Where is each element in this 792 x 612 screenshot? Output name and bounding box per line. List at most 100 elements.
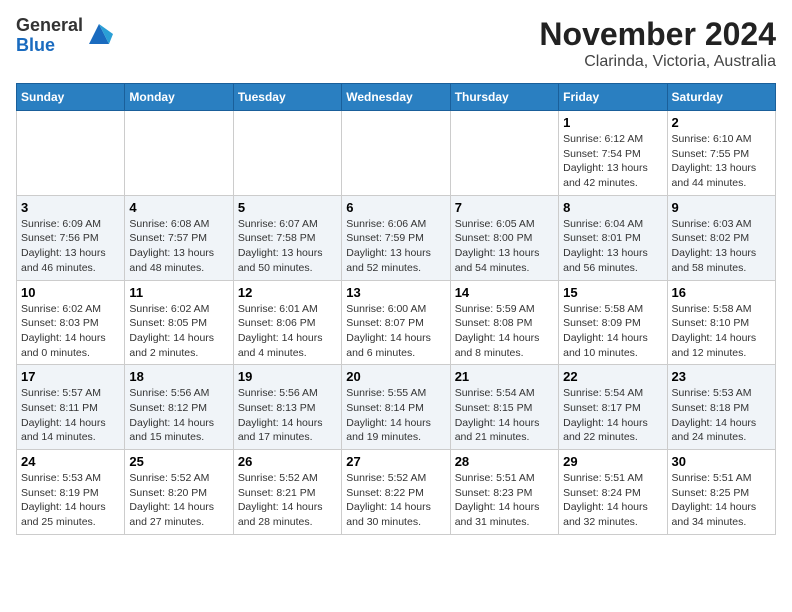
day-number: 2 [672,115,771,130]
calendar-week-row: 17 Sunrise: 5:57 AM Sunset: 8:11 PM Dayli… [17,365,776,450]
calendar-cell: 16 Sunrise: 5:58 AM Sunset: 8:10 PM Dayli… [667,280,775,365]
day-of-week-header: Monday [125,84,233,111]
day-number: 12 [238,285,337,300]
day-info: Sunrise: 6:07 AM Sunset: 7:58 PM Dayligh… [238,217,337,276]
day-number: 19 [238,369,337,384]
day-info: Sunrise: 5:59 AM Sunset: 8:08 PM Dayligh… [455,302,554,361]
calendar-cell: 19 Sunrise: 5:56 AM Sunset: 8:13 PM Dayli… [233,365,341,450]
calendar-cell: 3 Sunrise: 6:09 AM Sunset: 7:56 PM Daylig… [17,195,125,280]
day-info: Sunrise: 5:56 AM Sunset: 8:12 PM Dayligh… [129,386,228,445]
day-number: 7 [455,200,554,215]
day-number: 29 [563,454,662,469]
day-number: 21 [455,369,554,384]
day-info: Sunrise: 5:58 AM Sunset: 8:09 PM Dayligh… [563,302,662,361]
day-number: 6 [346,200,445,215]
day-info: Sunrise: 5:56 AM Sunset: 8:13 PM Dayligh… [238,386,337,445]
day-info: Sunrise: 5:51 AM Sunset: 8:23 PM Dayligh… [455,471,554,530]
day-number: 16 [672,285,771,300]
calendar-cell [125,111,233,196]
calendar-cell [233,111,341,196]
day-info: Sunrise: 6:04 AM Sunset: 8:01 PM Dayligh… [563,217,662,276]
day-info: Sunrise: 5:53 AM Sunset: 8:18 PM Dayligh… [672,386,771,445]
day-number: 27 [346,454,445,469]
day-info: Sunrise: 6:10 AM Sunset: 7:55 PM Dayligh… [672,132,771,191]
day-number: 18 [129,369,228,384]
calendar-cell [17,111,125,196]
day-number: 15 [563,285,662,300]
day-info: Sunrise: 5:58 AM Sunset: 8:10 PM Dayligh… [672,302,771,361]
day-number: 5 [238,200,337,215]
day-info: Sunrise: 6:06 AM Sunset: 7:59 PM Dayligh… [346,217,445,276]
calendar-cell: 6 Sunrise: 6:06 AM Sunset: 7:59 PM Daylig… [342,195,450,280]
calendar-cell: 28 Sunrise: 5:51 AM Sunset: 8:23 PM Dayli… [450,450,558,535]
calendar-cell: 12 Sunrise: 6:01 AM Sunset: 8:06 PM Dayli… [233,280,341,365]
day-number: 23 [672,369,771,384]
day-info: Sunrise: 6:05 AM Sunset: 8:00 PM Dayligh… [455,217,554,276]
calendar-cell: 22Sunrise: 5:54 AM Sunset: 8:17 PM Dayli… [559,365,667,450]
calendar-cell: 10 Sunrise: 6:02 AM Sunset: 8:03 PM Dayli… [17,280,125,365]
day-number: 8 [563,200,662,215]
calendar-cell: 1 Sunrise: 6:12 AM Sunset: 7:54 PM Daylig… [559,111,667,196]
day-info: Sunrise: 6:02 AM Sunset: 8:05 PM Dayligh… [129,302,228,361]
calendar-cell: 17 Sunrise: 5:57 AM Sunset: 8:11 PM Dayli… [17,365,125,450]
day-number: 13 [346,285,445,300]
day-number: 22 [563,369,662,384]
day-number: 20 [346,369,445,384]
calendar-cell: 21 Sunrise: 5:54 AM Sunset: 8:15 PM Dayli… [450,365,558,450]
day-of-week-header: Tuesday [233,84,341,111]
calendar-cell: 24 Sunrise: 5:53 AM Sunset: 8:19 PM Dayli… [17,450,125,535]
calendar-cell: 9Sunrise: 6:03 AM Sunset: 8:02 PM Daylig… [667,195,775,280]
day-info: Sunrise: 6:01 AM Sunset: 8:06 PM Dayligh… [238,302,337,361]
day-number: 14 [455,285,554,300]
day-info: Sunrise: 5:54 AM Sunset: 8:15 PM Dayligh… [455,386,554,445]
calendar-week-row: 10 Sunrise: 6:02 AM Sunset: 8:03 PM Dayli… [17,280,776,365]
title-area: November 2024 Clarinda, Victoria, Austra… [539,16,776,71]
calendar-week-row: 3 Sunrise: 6:09 AM Sunset: 7:56 PM Daylig… [17,195,776,280]
day-info: Sunrise: 5:53 AM Sunset: 8:19 PM Dayligh… [21,471,120,530]
day-info: Sunrise: 5:52 AM Sunset: 8:20 PM Dayligh… [129,471,228,530]
day-info: Sunrise: 6:02 AM Sunset: 8:03 PM Dayligh… [21,302,120,361]
calendar-table: SundayMondayTuesdayWednesdayThursdayFrid… [16,83,776,535]
day-number: 28 [455,454,554,469]
day-of-week-header: Friday [559,84,667,111]
calendar-cell: 4Sunrise: 6:08 AM Sunset: 7:57 PM Daylig… [125,195,233,280]
day-number: 10 [21,285,120,300]
calendar-cell: 15 Sunrise: 5:58 AM Sunset: 8:09 PM Dayli… [559,280,667,365]
day-of-week-header: Sunday [17,84,125,111]
header: General Blue November 2024 Clarinda, Vic… [16,16,776,71]
day-info: Sunrise: 5:52 AM Sunset: 8:21 PM Dayligh… [238,471,337,530]
calendar-cell: 29 Sunrise: 5:51 AM Sunset: 8:24 PM Dayli… [559,450,667,535]
day-info: Sunrise: 6:09 AM Sunset: 7:56 PM Dayligh… [21,217,120,276]
calendar-cell: 5 Sunrise: 6:07 AM Sunset: 7:58 PM Daylig… [233,195,341,280]
day-number: 25 [129,454,228,469]
calendar-subtitle: Clarinda, Victoria, Australia [539,53,776,71]
day-number: 3 [21,200,120,215]
logo: General Blue [16,16,113,56]
day-of-week-header: Wednesday [342,84,450,111]
day-number: 17 [21,369,120,384]
day-info: Sunrise: 5:52 AM Sunset: 8:22 PM Dayligh… [346,471,445,530]
day-info: Sunrise: 5:51 AM Sunset: 8:25 PM Dayligh… [672,471,771,530]
day-info: Sunrise: 6:08 AM Sunset: 7:57 PM Dayligh… [129,217,228,276]
calendar-header: SundayMondayTuesdayWednesdayThursdayFrid… [17,84,776,111]
day-info: Sunrise: 6:03 AM Sunset: 8:02 PM Dayligh… [672,217,771,276]
calendar-cell: 2 Sunrise: 6:10 AM Sunset: 7:55 PM Daylig… [667,111,775,196]
day-number: 24 [21,454,120,469]
day-number: 1 [563,115,662,130]
calendar-cell: 30Sunrise: 5:51 AM Sunset: 8:25 PM Dayli… [667,450,775,535]
day-info: Sunrise: 6:12 AM Sunset: 7:54 PM Dayligh… [563,132,662,191]
calendar-title: November 2024 [539,16,776,53]
calendar-body: 1 Sunrise: 6:12 AM Sunset: 7:54 PM Daylig… [17,111,776,535]
day-of-week-header: Saturday [667,84,775,111]
calendar-week-row: 24 Sunrise: 5:53 AM Sunset: 8:19 PM Dayli… [17,450,776,535]
day-of-week-header: Thursday [450,84,558,111]
calendar-cell: 20Sunrise: 5:55 AM Sunset: 8:14 PM Dayli… [342,365,450,450]
calendar-cell [450,111,558,196]
day-info: Sunrise: 6:00 AM Sunset: 8:07 PM Dayligh… [346,302,445,361]
calendar-cell: 8 Sunrise: 6:04 AM Sunset: 8:01 PM Daylig… [559,195,667,280]
day-number: 11 [129,285,228,300]
logo-icon [85,20,113,48]
day-info: Sunrise: 5:57 AM Sunset: 8:11 PM Dayligh… [21,386,120,445]
calendar-cell: 26Sunrise: 5:52 AM Sunset: 8:21 PM Dayli… [233,450,341,535]
day-info: Sunrise: 5:51 AM Sunset: 8:24 PM Dayligh… [563,471,662,530]
